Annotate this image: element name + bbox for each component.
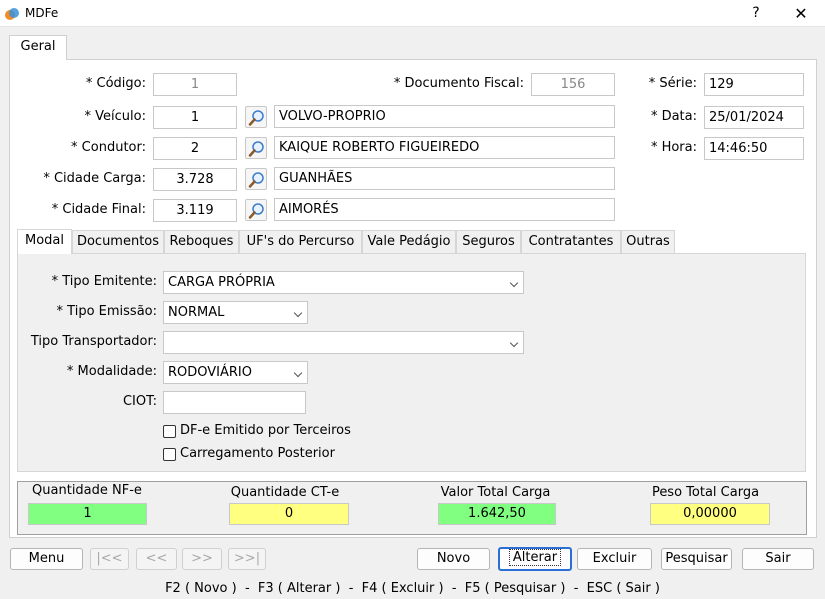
shortcuts-status-bar: F2 ( Novo ) - F3 ( Alterar ) - F4 ( Excl… [0, 579, 825, 599]
tipo-emissao-label: * Tipo Emissão: [56, 304, 157, 319]
hora-field[interactable]: 14:46:50 [704, 137, 804, 160]
cidade-carga-search-button[interactable] [245, 168, 267, 190]
novo-button[interactable]: Novo [417, 548, 490, 570]
close-button[interactable]: ✕ [779, 0, 823, 27]
magnifier-icon [248, 141, 264, 157]
tipo-emitente-select[interactable]: CARGA PRÓPRIA [163, 271, 524, 294]
subtab-documentos[interactable]: Documentos [72, 230, 164, 253]
tipo-emitente-value: CARGA PRÓPRIA [168, 275, 275, 290]
valor-total-label: Valor Total Carga [440, 485, 551, 500]
peso-total-label: Peso Total Carga [651, 485, 760, 500]
chevron-down-icon [293, 368, 303, 378]
menu-button[interactable]: Menu [10, 548, 83, 570]
next-record-button[interactable]: >> [182, 548, 222, 570]
valor-total-value: 1.642,50 [438, 503, 556, 525]
qtd-nfe-value: 1 [28, 503, 147, 525]
peso-total-value: 0,00000 [650, 503, 770, 525]
cidade-carga-code-field[interactable]: 3.728 [153, 168, 237, 191]
dfe-terceiros-checkbox[interactable] [163, 425, 176, 438]
alterar-button[interactable]: Alterar [498, 547, 572, 571]
cidade-final-code-field[interactable]: 3.119 [153, 199, 237, 222]
modalidade-select[interactable]: RODOVIÁRIO [163, 361, 308, 384]
app-logo-icon [5, 8, 19, 20]
codigo-label: * Código: [85, 76, 146, 91]
magnifier-icon [248, 203, 264, 219]
tipo-emissao-select[interactable]: NORMAL [163, 301, 308, 324]
tipo-emissao-value: NORMAL [168, 305, 225, 320]
condutor-code-field[interactable]: 2 [153, 137, 237, 160]
subtab-outras[interactable]: Outras [621, 230, 675, 253]
title-bar: MDFe ? ✕ [0, 0, 825, 27]
qtd-cte-value: 0 [229, 503, 349, 525]
ciot-input[interactable] [163, 391, 306, 414]
codigo-field[interactable]: 1 [153, 73, 237, 96]
carregamento-posterior-checkbox[interactable] [163, 448, 176, 461]
help-button[interactable]: ? [734, 0, 778, 27]
data-field[interactable]: 25/01/2024 [704, 106, 804, 129]
totals-panel: Quantidade NF-e 1 Quantidade CT-e 0 Valo… [17, 481, 807, 535]
qtd-nfe-label: Quantidade NF-e [32, 483, 142, 498]
data-label: * Data: [650, 109, 697, 124]
modalidade-value: RODOVIÁRIO [168, 365, 252, 380]
window-title: MDFe [25, 6, 59, 20]
cidade-carga-label: * Cidade Carga: [43, 171, 146, 186]
documento-fiscal-label: * Documento Fiscal: [393, 76, 524, 91]
cidade-final-label: * Cidade Final: [51, 202, 146, 217]
chevron-down-icon [509, 278, 519, 288]
subtab-vale-pedagio[interactable]: Vale Pedágio [362, 230, 456, 253]
subtab-contratantes[interactable]: Contratantes [521, 230, 621, 253]
subtab-reboques[interactable]: Reboques [164, 230, 239, 253]
previous-record-button[interactable]: << [136, 548, 177, 570]
chevron-down-icon [293, 308, 303, 318]
condutor-label: * Condutor: [71, 140, 146, 155]
cidade-carga-name-field[interactable]: GUANHÃES [274, 167, 615, 190]
tipo-transportador-label: Tipo Transportador: [30, 334, 157, 349]
last-record-button[interactable]: >>| [228, 548, 266, 570]
subtab-modal[interactable]: Modal [17, 229, 72, 254]
condutor-name-field[interactable]: KAIQUE ROBERTO FIGUEIREDO [274, 136, 615, 159]
hora-label: * Hora: [650, 140, 697, 155]
magnifier-icon [248, 172, 264, 188]
tipo-emitente-label: * Tipo Emitente: [51, 274, 157, 289]
cidade-final-name-field[interactable]: AIMORÉS [274, 198, 615, 221]
excluir-button[interactable]: Excluir [577, 548, 652, 570]
alterar-button-label: Alterar [508, 549, 562, 566]
veiculo-search-button[interactable] [245, 106, 267, 128]
documento-fiscal-field[interactable]: 156 [531, 73, 615, 96]
shortcuts-text: F2 ( Novo ) - F3 ( Alterar ) - F4 ( Excl… [165, 581, 660, 596]
serie-field[interactable]: 129 [704, 73, 804, 96]
cidade-final-search-button[interactable] [245, 199, 267, 221]
veiculo-code-field[interactable]: 1 [153, 106, 237, 129]
tab-geral[interactable]: Geral [9, 35, 67, 60]
chevron-down-icon [509, 338, 519, 348]
tipo-transportador-select[interactable] [163, 331, 524, 354]
condutor-search-button[interactable] [245, 137, 267, 159]
sair-button[interactable]: Sair [742, 548, 814, 570]
modalidade-label: * Modalidade: [66, 364, 157, 379]
dfe-terceiros-label: DF-e Emitido por Terceiros [180, 423, 351, 438]
ciot-label: CIOT: [122, 394, 157, 409]
subtab-seguros[interactable]: Seguros [456, 230, 521, 253]
pesquisar-button[interactable]: Pesquisar [661, 548, 732, 570]
carregamento-posterior-label: Carregamento Posterior [180, 446, 335, 461]
first-record-button[interactable]: |<< [90, 548, 129, 570]
subtab-ufs-percurso[interactable]: UF's do Percurso [239, 230, 362, 253]
qtd-cte-label: Quantidade CT-e [230, 485, 340, 500]
magnifier-icon [248, 110, 264, 126]
veiculo-name-field[interactable]: VOLVO-PROPRIO [274, 105, 615, 128]
serie-label: * Série: [648, 76, 697, 91]
veiculo-label: * Veículo: [84, 109, 146, 124]
